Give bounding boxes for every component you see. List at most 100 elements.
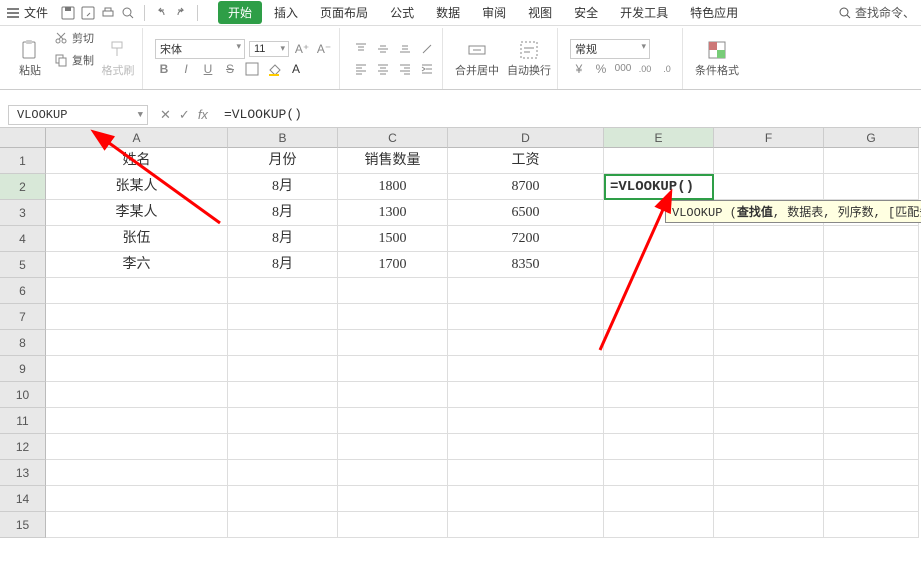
cell[interactable] xyxy=(338,382,448,408)
cell[interactable] xyxy=(228,330,338,356)
cell[interactable] xyxy=(824,382,919,408)
cell[interactable]: 张伍 xyxy=(46,226,228,252)
cell[interactable] xyxy=(604,408,714,434)
cell[interactable] xyxy=(448,460,604,486)
name-box[interactable]: VLOOKUP ▼ xyxy=(8,105,148,125)
cell[interactable] xyxy=(338,408,448,434)
row-header-11[interactable]: 11 xyxy=(0,408,46,434)
cell[interactable] xyxy=(604,330,714,356)
row-header-4[interactable]: 4 xyxy=(0,226,46,252)
tab-data[interactable]: 数据 xyxy=(426,1,470,24)
cell[interactable]: 张某人 xyxy=(46,174,228,200)
row-header-5[interactable]: 5 xyxy=(0,252,46,278)
cell[interactable] xyxy=(714,434,824,460)
cell[interactable] xyxy=(714,226,824,252)
cell[interactable] xyxy=(448,512,604,538)
redo-icon[interactable] xyxy=(173,5,189,21)
row-header-3[interactable]: 3 xyxy=(0,200,46,226)
conditional-format-button[interactable]: 条件格式 xyxy=(695,40,739,78)
tab-page-layout[interactable]: 页面布局 xyxy=(310,1,378,24)
cell[interactable] xyxy=(824,356,919,382)
cell[interactable]: 1700 xyxy=(338,252,448,278)
cell[interactable] xyxy=(338,330,448,356)
cell[interactable] xyxy=(714,174,824,200)
cell[interactable] xyxy=(448,330,604,356)
cell[interactable] xyxy=(604,252,714,278)
cell[interactable]: 8月 xyxy=(228,200,338,226)
cell[interactable] xyxy=(448,278,604,304)
paste-button[interactable]: 粘贴 xyxy=(12,28,48,89)
align-top-icon[interactable] xyxy=(352,40,370,58)
cell[interactable] xyxy=(46,356,228,382)
cell[interactable] xyxy=(604,460,714,486)
cancel-icon[interactable]: ✕ xyxy=(160,107,171,123)
row-header-13[interactable]: 13 xyxy=(0,460,46,486)
cell[interactable] xyxy=(604,486,714,512)
cell[interactable] xyxy=(228,408,338,434)
align-center-icon[interactable] xyxy=(374,60,392,78)
cell[interactable] xyxy=(46,304,228,330)
cell[interactable]: 8700 xyxy=(448,174,604,200)
cell[interactable] xyxy=(338,460,448,486)
merge-center-button[interactable]: 合并居中 xyxy=(455,28,499,89)
tab-view[interactable]: 视图 xyxy=(518,1,562,24)
cell[interactable] xyxy=(338,434,448,460)
row-header-10[interactable]: 10 xyxy=(0,382,46,408)
font-size-select[interactable]: 11 xyxy=(249,41,289,57)
copy-button[interactable]: 复制 xyxy=(54,50,94,70)
cell[interactable] xyxy=(228,460,338,486)
cell[interactable] xyxy=(604,148,714,174)
col-header-F[interactable]: F xyxy=(714,128,824,148)
tab-formulas[interactable]: 公式 xyxy=(380,1,424,24)
cell[interactable] xyxy=(46,278,228,304)
cell[interactable] xyxy=(604,226,714,252)
percent-icon[interactable]: % xyxy=(592,60,610,78)
tab-insert[interactable]: 插入 xyxy=(264,1,308,24)
align-middle-icon[interactable] xyxy=(374,40,392,58)
cell[interactable]: 8350 xyxy=(448,252,604,278)
tab-special[interactable]: 特色应用 xyxy=(680,1,748,24)
increase-decimal-icon[interactable]: .00 xyxy=(636,60,654,78)
currency-icon[interactable]: ¥ xyxy=(570,60,588,78)
save-icon[interactable] xyxy=(60,5,76,21)
cell[interactable] xyxy=(46,382,228,408)
cell[interactable] xyxy=(604,382,714,408)
cell[interactable]: 8月 xyxy=(228,226,338,252)
decrease-decimal-icon[interactable]: .0 xyxy=(658,60,676,78)
cell[interactable] xyxy=(604,356,714,382)
name-box-dropdown-icon[interactable]: ▼ xyxy=(138,110,143,120)
col-header-E[interactable]: E xyxy=(604,128,714,148)
row-header-8[interactable]: 8 xyxy=(0,330,46,356)
row-header-6[interactable]: 6 xyxy=(0,278,46,304)
cell[interactable] xyxy=(824,434,919,460)
formula-input[interactable]: =VLOOKUP() xyxy=(218,107,921,122)
row-header-1[interactable]: 1 xyxy=(0,148,46,174)
cell[interactable] xyxy=(338,304,448,330)
hamburger-icon[interactable] xyxy=(6,6,20,20)
cell[interactable]: 李某人 xyxy=(46,200,228,226)
cell[interactable] xyxy=(714,252,824,278)
increase-font-icon[interactable]: A⁺ xyxy=(293,40,311,58)
cell[interactable] xyxy=(824,148,919,174)
underline-icon[interactable]: U xyxy=(199,60,217,78)
orientation-icon[interactable] xyxy=(418,40,436,58)
cell[interactable] xyxy=(714,408,824,434)
row-header-9[interactable]: 9 xyxy=(0,356,46,382)
strike-icon[interactable]: S xyxy=(221,60,239,78)
cell[interactable]: 1300 xyxy=(338,200,448,226)
comma-icon[interactable]: 000 xyxy=(614,60,632,78)
cell[interactable] xyxy=(46,486,228,512)
cell[interactable] xyxy=(448,382,604,408)
col-header-G[interactable]: G xyxy=(824,128,919,148)
cell[interactable]: 8月 xyxy=(228,252,338,278)
save-as-icon[interactable] xyxy=(80,5,96,21)
col-header-B[interactable]: B xyxy=(228,128,338,148)
cell[interactable] xyxy=(824,460,919,486)
fill-color-icon[interactable] xyxy=(265,60,283,78)
print-icon[interactable] xyxy=(100,5,116,21)
align-left-icon[interactable] xyxy=(352,60,370,78)
cell[interactable] xyxy=(714,486,824,512)
cell[interactable] xyxy=(604,278,714,304)
col-header-C[interactable]: C xyxy=(338,128,448,148)
cell[interactable] xyxy=(448,356,604,382)
